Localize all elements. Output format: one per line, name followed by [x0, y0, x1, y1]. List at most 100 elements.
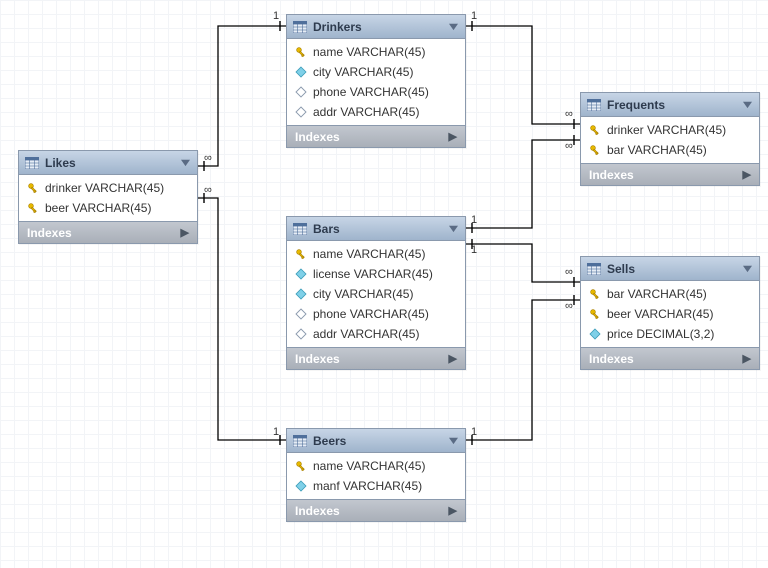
- table-title: Beers: [313, 434, 442, 448]
- primary-key-icon: [27, 202, 39, 214]
- indexes-label: Indexes: [589, 352, 634, 366]
- table-likes[interactable]: Likes ▼ drinker VARCHAR(45) beer VARCHAR(45…: [18, 150, 198, 244]
- table-frequents[interactable]: Frequents▼ drinker VARCHAR(45) bar VARCHAR…: [580, 92, 760, 186]
- table-beers[interactable]: Beers ▼ name VARCHAR(45) manf VARCHAR(45) In…: [286, 428, 466, 522]
- relationship-line: [198, 198, 286, 440]
- collapse-icon[interactable]: ▼: [740, 99, 755, 111]
- indexes-section[interactable]: Indexes ▶: [19, 221, 197, 243]
- column-text: license VARCHAR(45): [313, 267, 433, 281]
- column-row[interactable]: addr VARCHAR(45): [287, 324, 465, 344]
- table-drinkers[interactable]: Drinkers ▼ name VARCHAR(45) city VARCHAR(45…: [286, 14, 466, 148]
- table-icon: [293, 223, 307, 235]
- relationship-line: [466, 300, 580, 440]
- table-icon: [587, 99, 601, 111]
- column-text: phone VARCHAR(45): [313, 307, 429, 321]
- cardinality-label: ∞: [564, 108, 574, 120]
- notnull-diamond-icon: [295, 288, 307, 300]
- cardinality-label: ∞: [564, 266, 574, 278]
- relationship-line: [466, 26, 580, 124]
- indexes-label: Indexes: [295, 352, 340, 366]
- cardinality-label: 1: [272, 10, 280, 22]
- column-row[interactable]: license VARCHAR(45): [287, 264, 465, 284]
- indexes-section[interactable]: Indexes ▶: [581, 163, 759, 185]
- indexes-label: Indexes: [27, 226, 72, 240]
- column-row[interactable]: manf VARCHAR(45): [287, 476, 465, 496]
- relationship-line: [466, 140, 580, 228]
- column-row[interactable]: phone VARCHAR(45): [287, 304, 465, 324]
- notnull-diamond-icon: [589, 328, 601, 340]
- column-text: phone VARCHAR(45): [313, 85, 429, 99]
- table-title: Bars: [313, 222, 442, 236]
- column-text: name VARCHAR(45): [313, 459, 425, 473]
- table-title: Drinkers: [313, 20, 442, 34]
- table-header[interactable]: Likes ▼: [19, 151, 197, 175]
- table-header[interactable]: Bars ▼: [287, 217, 465, 241]
- column-row[interactable]: drinker VARCHAR(45): [581, 120, 759, 140]
- cardinality-label: 1: [470, 244, 478, 256]
- relationship-line: [466, 244, 580, 282]
- nullable-diamond-icon: [295, 328, 307, 340]
- column-text: addr VARCHAR(45): [313, 327, 419, 341]
- column-text: name VARCHAR(45): [313, 45, 425, 59]
- column-row[interactable]: beer VARCHAR(45): [19, 198, 197, 218]
- primary-key-icon: [589, 288, 601, 300]
- cardinality-label: 1: [470, 214, 478, 226]
- column-text: drinker VARCHAR(45): [45, 181, 164, 195]
- indexes-label: Indexes: [295, 504, 340, 518]
- collapse-icon[interactable]: ▼: [178, 157, 193, 169]
- indexes-section[interactable]: Indexes▶: [287, 125, 465, 147]
- cardinality-label: 1: [272, 426, 280, 438]
- table-bars[interactable]: Bars ▼ name VARCHAR(45) license VARCHAR(45)…: [286, 216, 466, 370]
- primary-key-icon: [589, 308, 601, 320]
- column-text: beer VARCHAR(45): [607, 307, 713, 321]
- notnull-diamond-icon: [295, 480, 307, 492]
- column-row[interactable]: phone VARCHAR(45): [287, 82, 465, 102]
- column-text: bar VARCHAR(45): [607, 143, 707, 157]
- cardinality-label: ∞: [203, 184, 213, 196]
- column-row[interactable]: bar VARCHAR(45): [581, 140, 759, 160]
- indexes-section[interactable]: Indexes ▶: [287, 347, 465, 369]
- expand-arrow-icon: ▶: [449, 130, 457, 143]
- table-header[interactable]: Beers ▼: [287, 429, 465, 453]
- table-header[interactable]: Drinkers ▼: [287, 15, 465, 39]
- column-row[interactable]: beer VARCHAR(45): [581, 304, 759, 324]
- expand-arrow-icon: ▶: [181, 226, 189, 239]
- collapse-icon[interactable]: ▼: [446, 21, 461, 33]
- collapse-icon[interactable]: ▼: [446, 435, 461, 447]
- column-row[interactable]: addr VARCHAR(45): [287, 102, 465, 122]
- column-row[interactable]: bar VARCHAR(45): [581, 284, 759, 304]
- column-row[interactable]: name VARCHAR(45): [287, 42, 465, 62]
- column-text: city VARCHAR(45): [313, 287, 413, 301]
- column-row[interactable]: price DECIMAL(3,2): [581, 324, 759, 344]
- table-title: Likes: [45, 156, 174, 170]
- cardinality-label: ∞: [564, 140, 574, 152]
- primary-key-icon: [589, 124, 601, 136]
- collapse-icon[interactable]: ▼: [446, 223, 461, 235]
- indexes-section[interactable]: Indexes▶: [287, 499, 465, 521]
- indexes-label: Indexes: [589, 168, 634, 182]
- primary-key-icon: [27, 182, 39, 194]
- indexes-section[interactable]: Indexes▶: [581, 347, 759, 369]
- table-header[interactable]: Frequents▼: [581, 93, 759, 117]
- table-title: Sells: [607, 262, 736, 276]
- expand-arrow-icon: ▶: [743, 168, 751, 181]
- columns-list: name VARCHAR(45) license VARCHAR(45) city …: [287, 241, 465, 347]
- column-row[interactable]: city VARCHAR(45): [287, 284, 465, 304]
- nullable-diamond-icon: [295, 86, 307, 98]
- column-row[interactable]: city VARCHAR(45): [287, 62, 465, 82]
- collapse-icon[interactable]: ▼: [740, 263, 755, 275]
- table-header[interactable]: Sells ▼: [581, 257, 759, 281]
- table-icon: [293, 21, 307, 33]
- column-row[interactable]: name VARCHAR(45): [287, 244, 465, 264]
- columns-list: name VARCHAR(45) manf VARCHAR(45): [287, 453, 465, 499]
- column-text: beer VARCHAR(45): [45, 201, 151, 215]
- column-row[interactable]: name VARCHAR(45): [287, 456, 465, 476]
- table-icon: [587, 263, 601, 275]
- column-row[interactable]: drinker VARCHAR(45): [19, 178, 197, 198]
- column-text: name VARCHAR(45): [313, 247, 425, 261]
- cardinality-label: ∞: [564, 300, 574, 312]
- primary-key-icon: [295, 46, 307, 58]
- expand-arrow-icon: ▶: [449, 352, 457, 365]
- table-sells[interactable]: Sells ▼ bar VARCHAR(45) beer VARCHAR(45) pri…: [580, 256, 760, 370]
- column-text: price DECIMAL(3,2): [607, 327, 714, 341]
